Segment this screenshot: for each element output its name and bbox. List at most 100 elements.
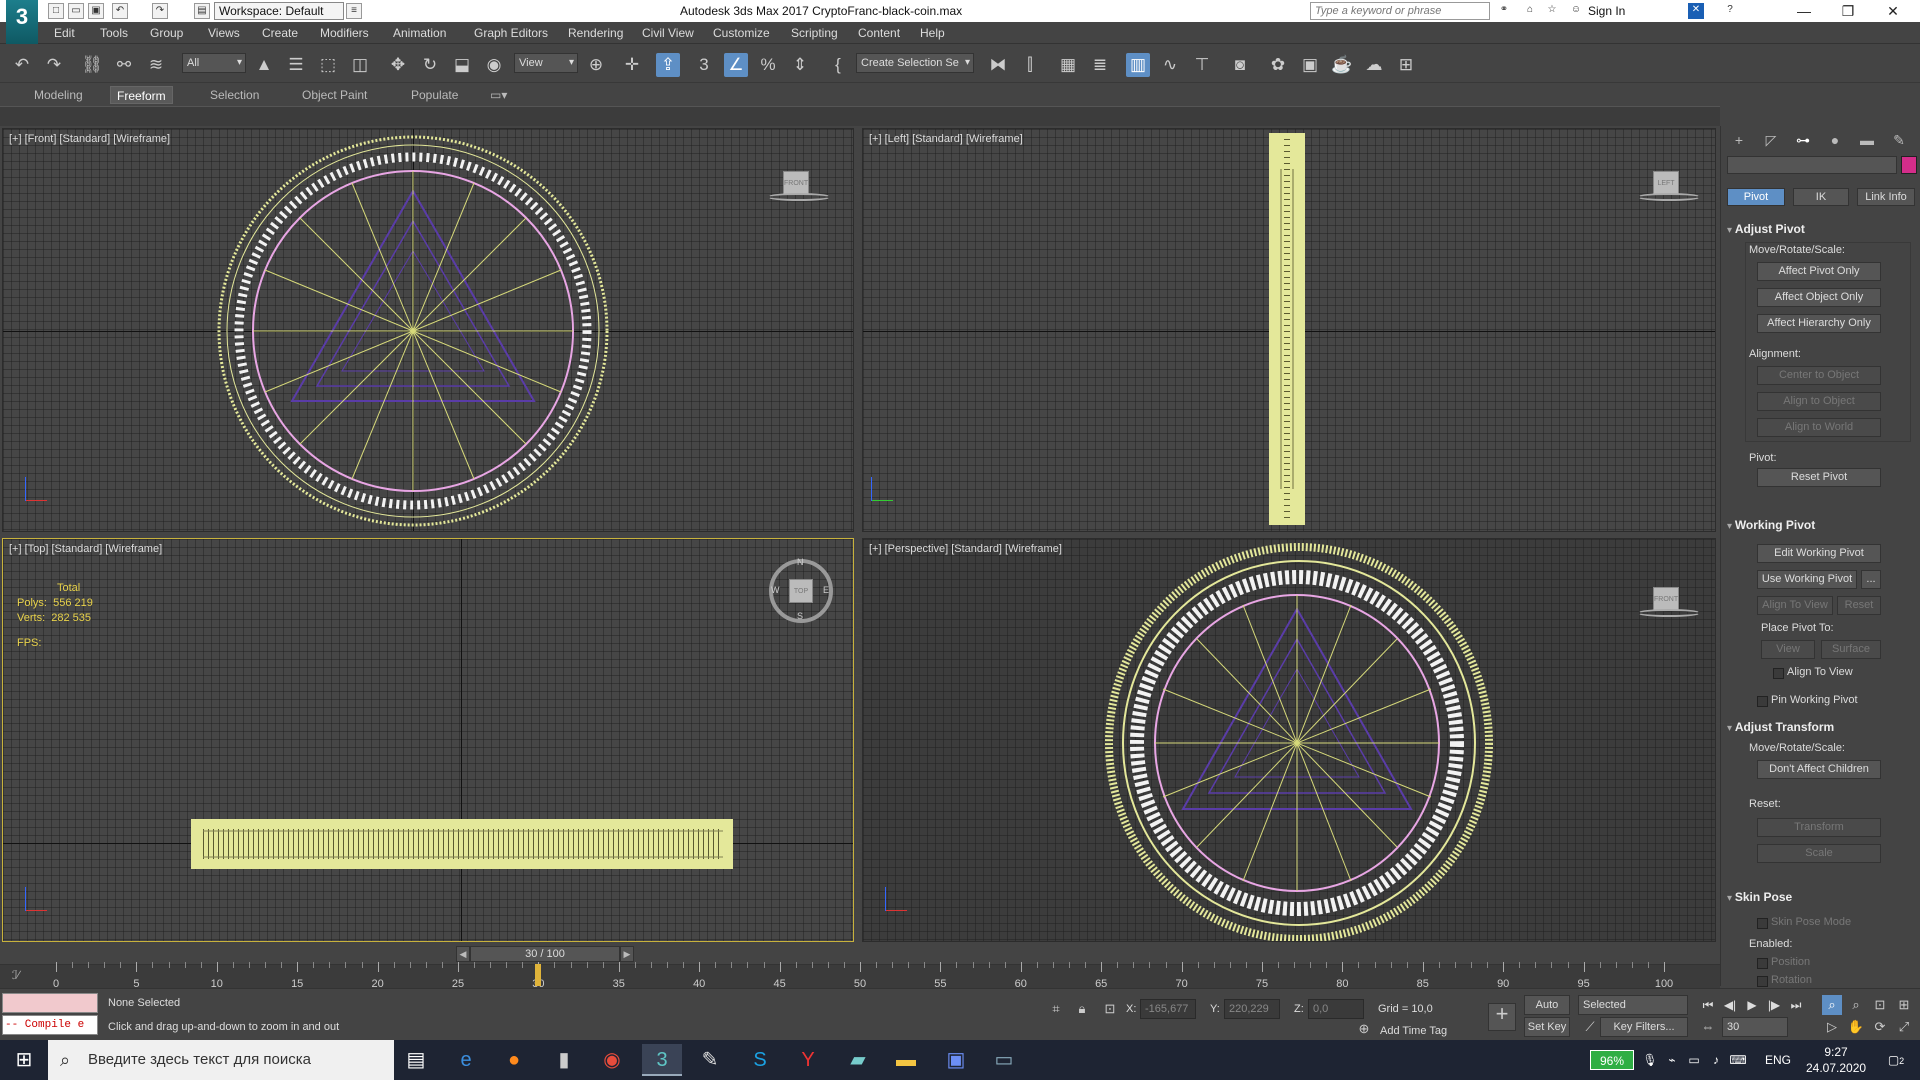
pan-icon[interactable]: ✋ [1846, 1017, 1866, 1037]
viewcube-left[interactable]: LEFT [1637, 165, 1701, 205]
keyboard-tray-icon[interactable]: ⌨ [1728, 1040, 1748, 1080]
viewport-label-perspective[interactable]: [+] [Perspective] [Standard] [Wireframe] [869, 543, 1062, 555]
move-icon[interactable]: ✥ [386, 53, 410, 77]
affect-object-only-button[interactable]: Affect Object Only [1757, 288, 1881, 307]
firefox-icon[interactable]: ● [494, 1044, 534, 1076]
reset-transform-button[interactable]: Transform [1757, 818, 1881, 837]
reset-scale-button[interactable]: Scale [1757, 844, 1881, 863]
edit-named-selection-icon[interactable]: { [826, 53, 850, 77]
microphone-app-icon[interactable]: ▮ [544, 1044, 584, 1076]
viewcube-face[interactable]: FRONT [783, 171, 809, 195]
viewcube-compass[interactable]: N S E W TOP [769, 557, 833, 623]
menu-animation[interactable]: Animation [393, 22, 446, 44]
paint-tool-icon[interactable]: ✎ [690, 1044, 730, 1076]
menu-group[interactable]: Group [150, 22, 183, 44]
keyboard-shortcut-toggle-icon[interactable]: ⇪ [656, 53, 680, 77]
menu-edit[interactable]: Edit [54, 22, 75, 44]
menu-rendering[interactable]: Rendering [568, 22, 623, 44]
absolute-mode-icon[interactable]: ⊡ [1100, 999, 1120, 1019]
position-checkbox[interactable]: Position [1757, 956, 1810, 969]
redo-icon[interactable]: ↷ [42, 53, 66, 77]
undo-icon[interactable]: ↶ [10, 53, 34, 77]
time-tag-icon[interactable]: ⊕ [1354, 1019, 1374, 1039]
undo-icon[interactable]: ↶ [112, 3, 128, 19]
task-view-icon[interactable]: ▤ [396, 1044, 436, 1076]
viewcube-face[interactable]: TOP [789, 579, 813, 603]
align-to-object-button[interactable]: Align to Object [1757, 392, 1881, 411]
mirror-icon[interactable]: ⧓ [986, 53, 1010, 77]
reset-working-pivot-button[interactable]: Reset [1837, 596, 1881, 615]
ribbon-tab-populate[interactable]: Populate [405, 86, 464, 104]
help-icon[interactable]: ? [1722, 3, 1738, 19]
z-coordinate-field[interactable]: 0,0 [1308, 999, 1364, 1019]
reset-pivot-button[interactable]: Reset Pivot [1757, 468, 1881, 487]
menu-views[interactable]: Views [208, 22, 240, 44]
affect-pivot-only-button[interactable]: Affect Pivot Only [1757, 262, 1881, 281]
viewport-perspective[interactable]: [+] [Perspective] [Standard] [Wireframe]… [862, 538, 1716, 942]
volume-tray-icon[interactable]: ♪ [1706, 1040, 1726, 1080]
ribbon-tab-freeform[interactable]: Freeform [110, 86, 173, 104]
maxscript-output[interactable]: -- Compile e [2, 1015, 98, 1035]
window-crossing-icon[interactable]: ◫ [348, 53, 372, 77]
notes-app-icon[interactable]: ▰ [838, 1044, 878, 1076]
auto-key-button[interactable]: Auto Key [1524, 995, 1570, 1029]
selection-lock-icon[interactable]: 🔒︎ [1072, 999, 1092, 1019]
skype-icon[interactable]: S [740, 1044, 780, 1076]
menu-graph-editors[interactable]: Graph Editors [474, 22, 548, 44]
viewcube-ring[interactable] [1637, 609, 1701, 617]
utilities-tab-icon[interactable]: ✎ [1887, 130, 1911, 150]
key-selection-dropdown[interactable]: Selected [1578, 995, 1688, 1015]
zoom-extents-icon[interactable]: ⊡ [1870, 995, 1890, 1015]
curve-editor-mini-icon[interactable]: ℐ∕ [12, 968, 20, 982]
render-setup-icon[interactable]: ✿ [1266, 53, 1290, 77]
set-key-button[interactable]: Set Key [1524, 1017, 1570, 1037]
menu-scripting[interactable]: Scripting [791, 22, 838, 44]
field-of-view-icon[interactable]: ▷ [1822, 1017, 1842, 1037]
key-filters-button[interactable]: Key Filters... [1600, 1017, 1688, 1037]
spinner-snap-icon[interactable]: ⇕ [788, 53, 812, 77]
render-online-icon[interactable]: ⊞ [1394, 53, 1418, 77]
network-tray-icon[interactable]: ⌁ [1662, 1040, 1682, 1080]
zoom-icon[interactable]: ⌕ [1822, 995, 1842, 1015]
align-to-view-button[interactable]: Align To View [1757, 596, 1833, 615]
time-slider-prev-icon[interactable]: ◀ [456, 946, 470, 962]
layer-explorer-icon[interactable]: ≣ [1088, 53, 1112, 77]
unlink-icon[interactable]: ⚯ [112, 53, 136, 77]
key-filter-icon[interactable]: ⟋ [1580, 1017, 1600, 1037]
motion-tab-icon[interactable]: ● [1823, 130, 1847, 150]
skin-pose-mode-checkbox[interactable]: Skin Pose Mode [1757, 916, 1851, 929]
workspace-dropdown[interactable]: Workspace: Default [214, 2, 344, 20]
viewport-label-top[interactable]: [+] [Top] [Standard] [Wireframe] [9, 543, 162, 555]
current-frame-marker[interactable] [535, 964, 542, 986]
render-production-icon[interactable]: ☕ [1330, 53, 1354, 77]
ribbon-tab-object-paint[interactable]: Object Paint [296, 86, 373, 104]
notifications-icon[interactable]: ▢2 [1880, 1040, 1912, 1080]
ref-coord-dropdown[interactable]: View [514, 53, 578, 73]
menu-create[interactable]: Create [262, 22, 298, 44]
isolate-selection-icon[interactable]: ⌗ [1046, 999, 1066, 1019]
viewcube-ring[interactable] [1637, 193, 1701, 201]
viewcube-front[interactable]: FRONT [767, 165, 831, 205]
select-manipulate-icon[interactable]: ✛ [620, 53, 644, 77]
align-to-view-checkbox[interactable]: Align To View [1773, 666, 1853, 679]
menu-customize[interactable]: Customize [713, 22, 770, 44]
align-to-world-button[interactable]: Align to World [1757, 418, 1881, 437]
material-editor-icon[interactable]: ◙ [1228, 53, 1252, 77]
ribbon-tab-modeling[interactable]: Modeling [28, 86, 89, 104]
affect-hierarchy-only-button[interactable]: Affect Hierarchy Only [1757, 314, 1881, 333]
start-button[interactable]: ⊞ [0, 1040, 48, 1080]
taskbar-search-input[interactable]: ⌕ Введите здесь текст для поиска [48, 1040, 394, 1080]
chrome-icon[interactable]: ◉ [592, 1044, 632, 1076]
zoom-extents-all-icon[interactable]: ⊞ [1894, 995, 1914, 1015]
go-to-end-icon[interactable]: ⏭ [1786, 995, 1806, 1015]
working-pivot-options-button[interactable]: ... [1861, 570, 1881, 589]
center-to-object-button[interactable]: Center to Object [1757, 366, 1881, 385]
ribbon-toggle-icon[interactable]: ▥ [1126, 53, 1150, 77]
object-name-field[interactable] [1727, 156, 1897, 174]
modify-tab-icon[interactable]: ◸ [1759, 130, 1783, 150]
display-tab-icon[interactable]: ▬ [1855, 130, 1879, 150]
redo-icon[interactable]: ↷ [152, 3, 168, 19]
place-surface-button[interactable]: Surface [1821, 640, 1881, 659]
menu-content[interactable]: Content [858, 22, 900, 44]
zoom-all-icon[interactable]: ⌕ [1846, 995, 1866, 1015]
